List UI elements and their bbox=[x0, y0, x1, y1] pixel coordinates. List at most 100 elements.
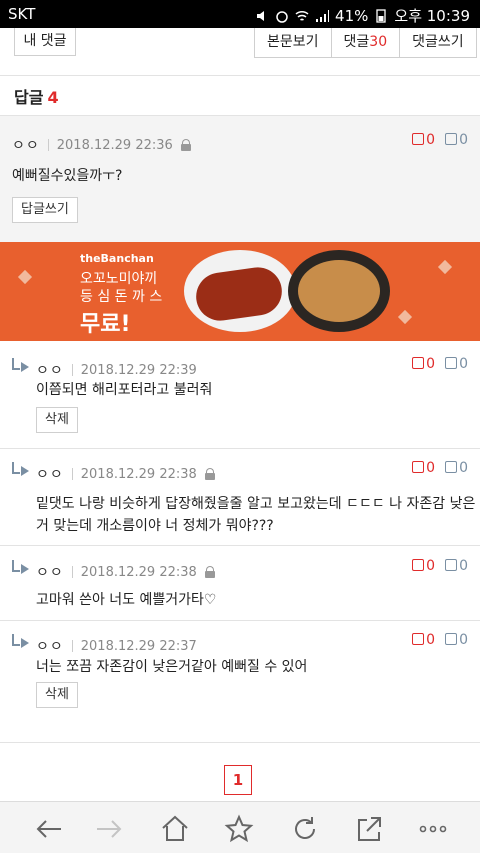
upvote-button[interactable]: 0 bbox=[412, 558, 435, 574]
lock-icon bbox=[204, 566, 215, 578]
share-button[interactable] bbox=[354, 814, 384, 844]
replies-count: 4 bbox=[47, 88, 59, 107]
replies-label: 답글 bbox=[14, 88, 44, 107]
page-number-current[interactable]: 1 bbox=[224, 765, 252, 795]
divider bbox=[0, 448, 480, 449]
author-nick: ㅇㅇ bbox=[12, 138, 40, 154]
meta-separator bbox=[71, 640, 73, 652]
thumbs-down-icon bbox=[445, 461, 458, 473]
thumbs-up-icon bbox=[412, 633, 425, 645]
downvote-count: 0 bbox=[459, 132, 468, 148]
clock: 오후 10:39 bbox=[394, 7, 470, 25]
downvote-button[interactable]: 0 bbox=[445, 460, 468, 476]
divider bbox=[0, 620, 480, 621]
downvote-button[interactable]: 0 bbox=[445, 632, 468, 648]
noodle-image bbox=[298, 260, 380, 322]
bookmark-button[interactable] bbox=[224, 814, 254, 844]
star-icon bbox=[224, 814, 254, 843]
ad-line2: 등 심 돈 까 스 bbox=[80, 289, 163, 305]
meta-separator bbox=[71, 468, 73, 480]
comments-tab[interactable]: 댓글30 bbox=[330, 28, 400, 57]
upvote-button[interactable]: 0 bbox=[412, 632, 435, 648]
comment-meta: ㅇㅇ 2018.12.29 22:36 bbox=[12, 135, 191, 155]
thumbs-up-icon bbox=[412, 559, 425, 571]
author-nick: ㅇㅇ bbox=[36, 363, 64, 379]
upvote-count: 0 bbox=[426, 558, 436, 574]
main-comment: ㅇㅇ 2018.12.29 22:36 0 0 예뻐질수있을까ㅜ? 답글쓰기 bbox=[0, 115, 480, 242]
reply-meta: ㅇㅇ 2018.12.29 22:37 bbox=[36, 636, 197, 656]
thumbs-down-icon bbox=[445, 133, 458, 145]
leaf-decoration bbox=[17, 269, 33, 285]
battery-level: 41% bbox=[335, 6, 369, 25]
upvote-button[interactable]: 0 bbox=[412, 132, 435, 148]
home-icon bbox=[162, 815, 188, 841]
thumbs-down-icon bbox=[445, 559, 458, 571]
comment-actions: 본문보기 댓글30 댓글쓰기 bbox=[254, 28, 477, 58]
vote-buttons: 0 0 bbox=[412, 356, 468, 372]
reply-meta: ㅇㅇ 2018.12.29 22:39 bbox=[36, 360, 197, 380]
divider bbox=[0, 742, 480, 743]
share-icon bbox=[358, 817, 381, 841]
write-comment-button[interactable]: 댓글쓰기 bbox=[399, 28, 476, 57]
meta-separator bbox=[47, 139, 49, 151]
meta-separator bbox=[71, 566, 73, 578]
forward-button[interactable] bbox=[94, 814, 124, 844]
upvote-button[interactable]: 0 bbox=[412, 356, 435, 372]
leaf-decoration bbox=[397, 309, 413, 325]
thumbs-up-icon bbox=[412, 461, 425, 473]
thumbs-down-icon bbox=[445, 633, 458, 645]
wifi-icon bbox=[295, 9, 309, 23]
reply-arrow-icon bbox=[12, 634, 30, 648]
replies-header: 답글 4 bbox=[14, 84, 59, 108]
home-button[interactable] bbox=[160, 814, 190, 844]
reply-arrow-icon bbox=[12, 358, 30, 372]
reply-date: 2018.12.29 22:37 bbox=[80, 638, 197, 654]
refresh-button[interactable] bbox=[290, 814, 320, 844]
downvote-button[interactable]: 0 bbox=[445, 558, 468, 574]
comments-count: 30 bbox=[369, 34, 388, 50]
reply-text-line2: 거 맞는데 개소름이야 너 정체가 뭐야??? bbox=[36, 518, 274, 534]
upvote-count: 0 bbox=[426, 356, 436, 372]
ad-banner[interactable]: theBanchan 오꼬노미야끼 등 심 돈 까 스 무료! bbox=[0, 242, 480, 341]
ad-free-label: 무료! bbox=[80, 312, 131, 337]
downvote-count: 0 bbox=[459, 632, 468, 648]
upvote-count: 0 bbox=[426, 632, 436, 648]
forward-arrow-icon bbox=[97, 820, 122, 838]
more-button[interactable] bbox=[418, 814, 448, 844]
reply-arrow-icon bbox=[12, 462, 30, 476]
downvote-count: 0 bbox=[459, 356, 468, 372]
comment-date: 2018.12.29 22:36 bbox=[56, 137, 173, 153]
author-nick: ㅇㅇ bbox=[36, 565, 64, 581]
reply-text: 고마워 쓴아 너도 예쁠거가타♡ bbox=[36, 592, 217, 608]
browser-nav-bar bbox=[0, 801, 480, 853]
reply-date: 2018.12.29 22:39 bbox=[80, 362, 197, 378]
write-reply-button[interactable]: 답글쓰기 bbox=[12, 197, 78, 223]
reply-text-line1: 밑댓도 나랑 비슷하게 답장해줬을줄 알고 보고왔는데 ㄷㄷㄷ 나 자존감 낮은 bbox=[36, 496, 476, 512]
back-button[interactable] bbox=[34, 814, 64, 844]
lock-icon bbox=[204, 468, 215, 480]
carrier-label: SKT bbox=[8, 5, 36, 23]
vote-buttons: 0 0 bbox=[412, 632, 468, 648]
thumbs-up-icon bbox=[412, 133, 425, 145]
mute-icon bbox=[255, 9, 269, 23]
lock-icon bbox=[180, 139, 191, 151]
downvote-button[interactable]: 0 bbox=[445, 132, 468, 148]
downvote-button[interactable]: 0 bbox=[445, 356, 468, 372]
delete-button[interactable]: 삭제 bbox=[36, 407, 78, 433]
ad-brand: theBanchan bbox=[80, 252, 154, 265]
comments-label: 댓글 bbox=[343, 34, 370, 50]
reply-date: 2018.12.29 22:38 bbox=[80, 466, 197, 482]
my-comments-button[interactable]: 내 댓글 bbox=[14, 28, 76, 56]
upvote-button[interactable]: 0 bbox=[412, 460, 435, 476]
reply-meta: ㅇㅇ 2018.12.29 22:38 bbox=[36, 464, 215, 484]
signal-icon bbox=[315, 9, 330, 23]
comment-text: 예뻐질수있을까ㅜ? bbox=[12, 168, 123, 184]
leaf-decoration bbox=[437, 259, 453, 275]
reply-date: 2018.12.29 22:38 bbox=[80, 564, 197, 580]
refresh-icon bbox=[295, 817, 315, 839]
delete-button[interactable]: 삭제 bbox=[36, 682, 78, 708]
reply-meta: ㅇㅇ 2018.12.29 22:38 bbox=[36, 562, 215, 582]
view-post-button[interactable]: 본문보기 bbox=[255, 28, 331, 57]
more-icon bbox=[419, 825, 447, 833]
reply-text: 너는 쪼끔 자존감이 낮은거같아 예뻐질 수 있어 bbox=[36, 659, 308, 675]
